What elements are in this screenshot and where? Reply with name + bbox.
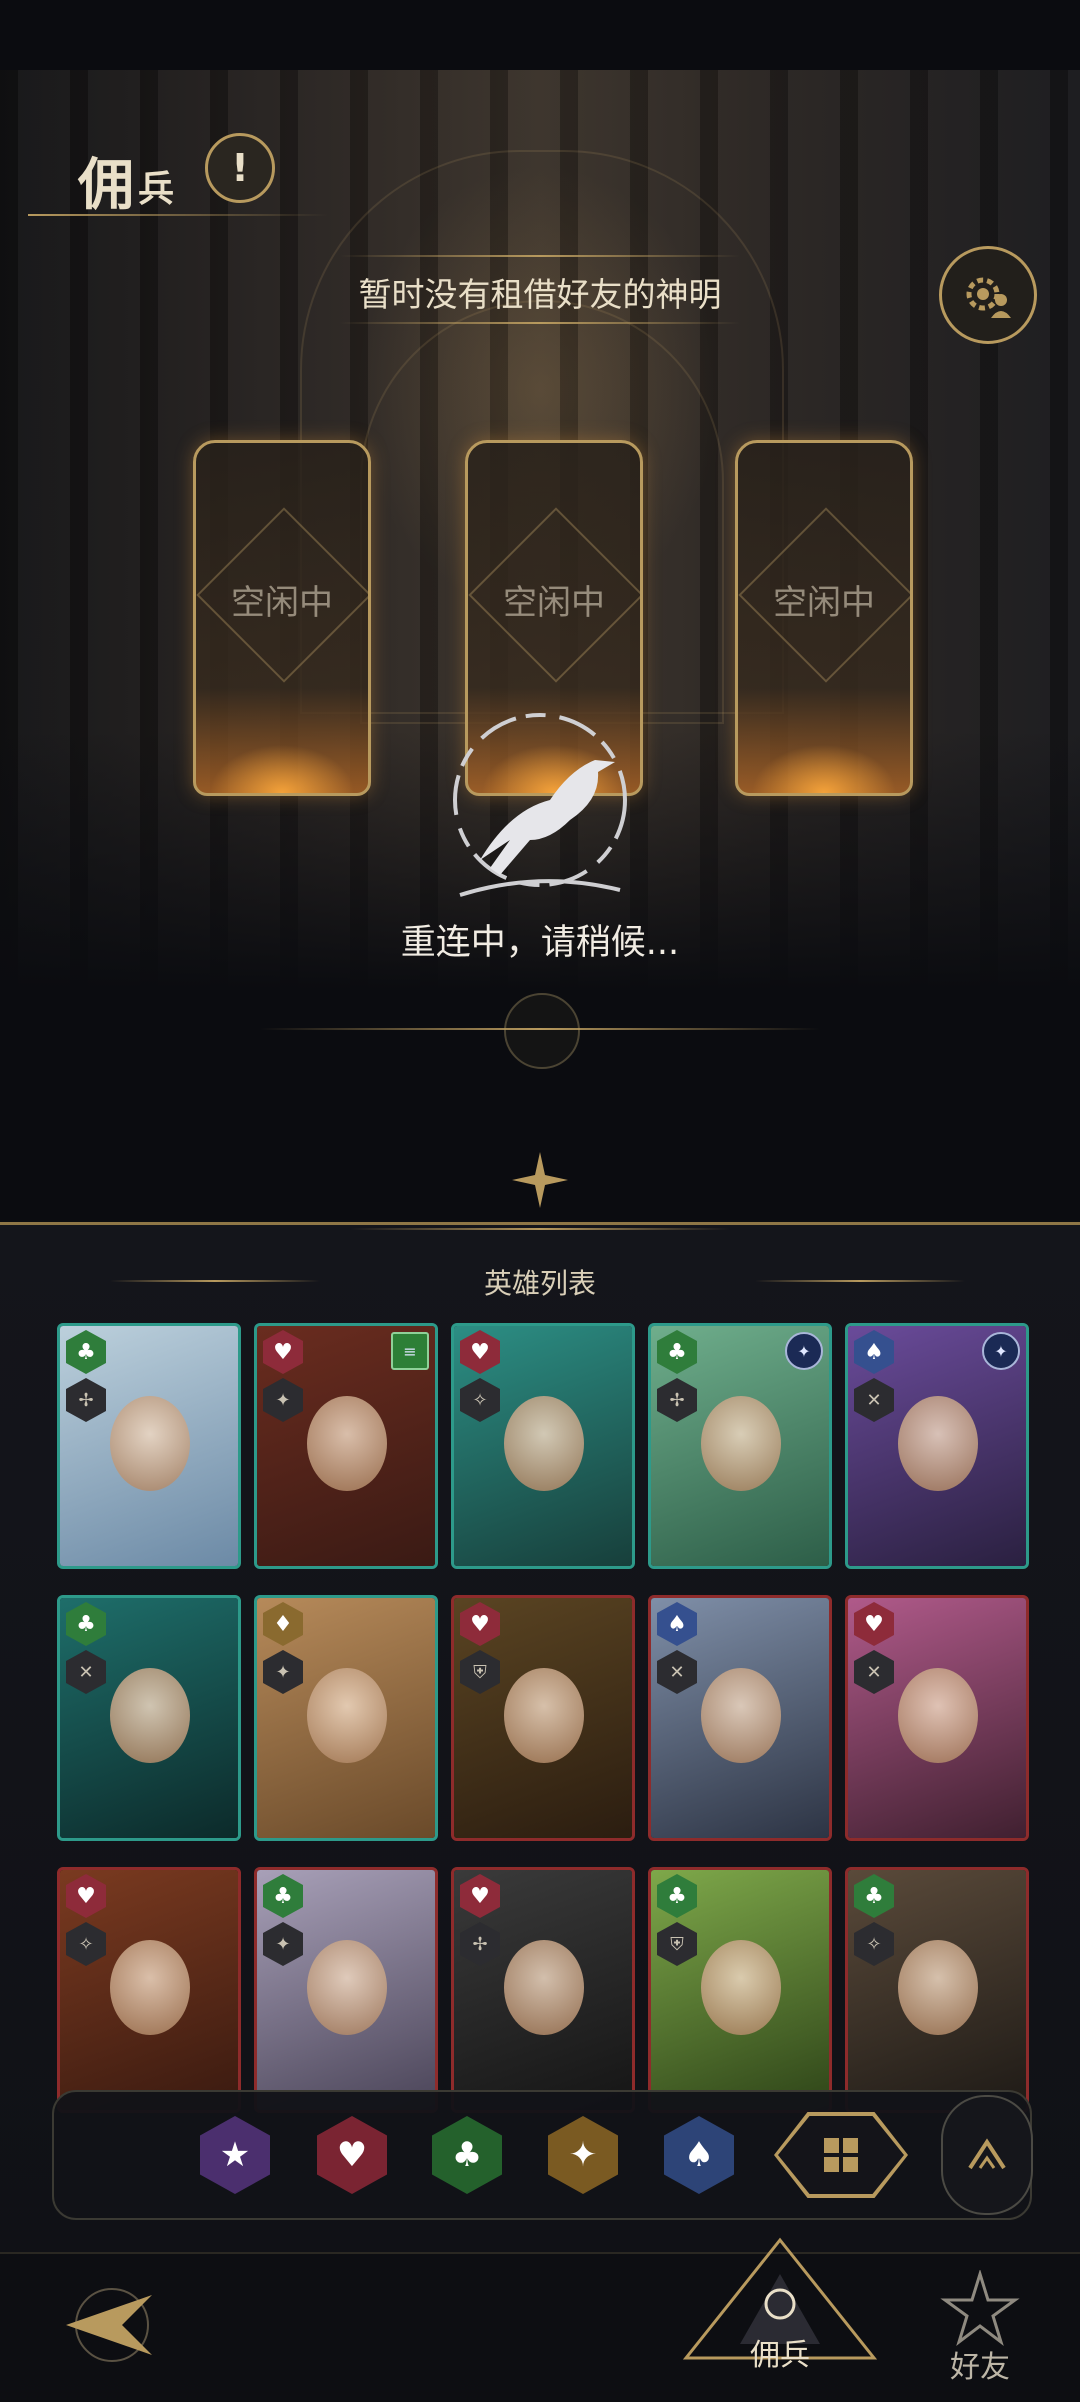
hero-card[interactable]: ♣ ✦: [254, 1867, 438, 2113]
friend-rental-notice: 暂时没有租借好友的神明: [358, 275, 722, 314]
panel-arch-line: [350, 1228, 730, 1230]
friend-settings-button[interactable]: [939, 246, 1037, 344]
moon-divider: [260, 1028, 820, 1030]
hero-card[interactable]: ♣ ✢ ✦: [648, 1323, 832, 1569]
heart-icon: ♥: [336, 2135, 368, 2175]
chevron-up-icon: [968, 2138, 1006, 2170]
slot-flame: [738, 723, 910, 793]
star-badge-icon: ✦: [982, 1332, 1020, 1370]
hero-card[interactable]: ♥ ✧: [57, 1867, 241, 2113]
hero-face: [307, 1940, 387, 2035]
nav-friends-tab[interactable]: 好友: [925, 2268, 1035, 2390]
hero-list-title: 英雄列表: [483, 1267, 596, 1300]
hero-face: [898, 1396, 978, 1491]
title-divider: [28, 214, 328, 216]
raven-loading-icon: [453, 713, 627, 897]
hero-face: [504, 1396, 584, 1491]
collapse-filter-button[interactable]: [941, 2095, 1033, 2215]
hero-card[interactable]: ♥ ✦ ≡: [254, 1323, 438, 1569]
hero-face: [307, 1396, 387, 1491]
club-icon: ♣: [451, 2135, 483, 2175]
page-title-sub: 兵: [138, 168, 175, 210]
back-button[interactable]: [52, 2275, 162, 2375]
hero-card[interactable]: ♣ ⛨: [648, 1867, 832, 2113]
bottom-navigation: [0, 2252, 1080, 2402]
hero-card[interactable]: ♠ ✕ ✦: [845, 1323, 1029, 1569]
mercenary-slot-3[interactable]: 空闲中: [735, 440, 913, 796]
hero-card[interactable]: ♥ ✢: [451, 1867, 635, 2113]
hero-card[interactable]: ♦ ✦: [254, 1595, 438, 1841]
hero-face: [504, 1940, 584, 2035]
slot-status-label: 空闲中: [231, 583, 333, 623]
gear-person-icon: [966, 277, 1011, 318]
moon-emblem-icon: [504, 993, 580, 1069]
note-badge-icon: ≡: [391, 1332, 429, 1370]
page-title-main: 佣: [78, 152, 134, 218]
compass-star-icon: [512, 1152, 568, 1208]
slot-flame: [196, 723, 368, 793]
hero-card[interactable]: ♥ ⛨: [451, 1595, 635, 1841]
star-icon: ★: [219, 2135, 251, 2175]
back-arrow-icon: [66, 2288, 152, 2362]
friends-tab-label: 好友: [950, 2350, 1010, 2385]
slot-status-label: 空闲中: [503, 583, 605, 623]
grid-icon: [824, 2138, 858, 2172]
hero-face: [110, 1940, 190, 2035]
hero-face: [898, 1940, 978, 2035]
diamond-icon: ✦: [568, 2135, 598, 2175]
hero-face: [504, 1668, 584, 1763]
hero-face: [307, 1668, 387, 1763]
friends-star-icon: [940, 2268, 1020, 2347]
hero-card[interactable]: ♠ ✕: [648, 1595, 832, 1841]
hero-face: [701, 1940, 781, 2035]
star-badge-icon: ✦: [785, 1332, 823, 1370]
nav-mercenary-tab[interactable]: 佣兵: [680, 2234, 880, 2400]
hero-face: [110, 1396, 190, 1491]
hero-card[interactable]: ♣ ✢: [57, 1323, 241, 1569]
hero-card[interactable]: ♥ ✕: [845, 1595, 1029, 1841]
hero-face: [898, 1668, 978, 1763]
notice-divider-top: [340, 255, 740, 257]
hero-face: [110, 1668, 190, 1763]
info-alert-button[interactable]: !: [205, 133, 275, 203]
mercenary-slot-1[interactable]: 空闲中: [193, 440, 371, 796]
slot-status-label: 空闲中: [773, 583, 875, 623]
title-right-line: [755, 1280, 965, 1282]
notice-divider-bottom: [340, 322, 740, 324]
hero-card[interactable]: ♣ ✧: [845, 1867, 1029, 2113]
mercenary-tab-label: 佣兵: [750, 2338, 810, 2373]
hero-card[interactable]: ♥ ✧: [451, 1323, 635, 1569]
reconnecting-message: 重连中，请稍候...: [400, 923, 680, 963]
hero-card[interactable]: ♣ ✕: [57, 1595, 241, 1841]
hero-face: [701, 1668, 781, 1763]
spade-icon: ♠: [683, 2135, 715, 2175]
hero-face: [701, 1396, 781, 1491]
